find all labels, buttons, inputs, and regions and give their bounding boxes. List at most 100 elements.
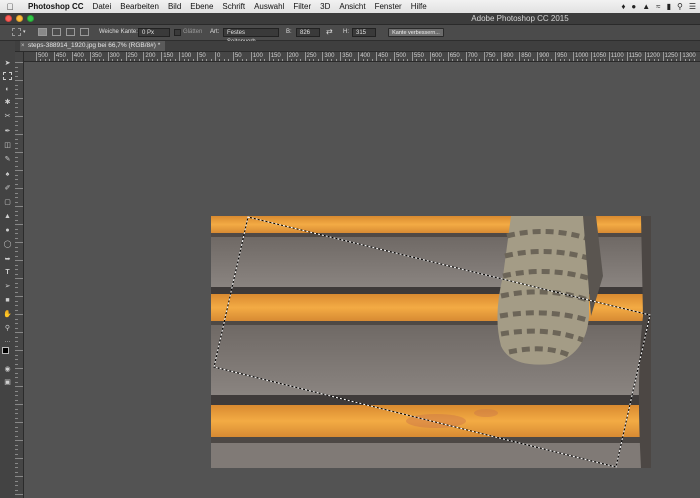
lasso-tool-icon[interactable]: ◐ — [3, 85, 12, 94]
hand-tool-icon[interactable]: ✋ — [3, 310, 12, 319]
ruler-tick — [15, 354, 18, 356]
clone-stamp-icon[interactable]: ♠ — [3, 170, 12, 179]
menu-filter[interactable]: Filter — [293, 2, 311, 11]
ruler-minor-tick — [201, 59, 203, 61]
ruler-tick — [15, 318, 18, 320]
ruler-minor-tick — [134, 59, 136, 61]
apple-icon[interactable]:  — [0, 2, 20, 12]
antialias-checkbox[interactable] — [174, 29, 181, 36]
path-selection-icon[interactable]: ➢ — [3, 282, 12, 291]
pen-tool-icon[interactable]: ➥ — [3, 255, 12, 264]
ruler-tick — [89, 52, 91, 61]
marquee-tool-icon[interactable] — [3, 72, 12, 80]
type-tool-icon[interactable]: T — [3, 268, 12, 277]
menu-3d[interactable]: 3D — [320, 2, 330, 11]
eraser-icon[interactable]: ▢ — [3, 198, 12, 207]
menu-schrift[interactable]: Schrift — [222, 2, 245, 11]
feather-input[interactable]: 0 Px — [138, 28, 170, 37]
close-tab-icon[interactable]: × — [21, 41, 25, 51]
foreground-color-swatch[interactable] — [2, 347, 9, 354]
ruler-tick — [15, 332, 23, 333]
menu-fenster[interactable]: Fenster — [375, 2, 402, 11]
ruler-tick — [15, 219, 18, 221]
ruler-tick — [53, 52, 55, 61]
menu-auswahl[interactable]: Auswahl — [254, 2, 284, 11]
ruler-tick — [15, 341, 18, 342]
ruler-tick — [519, 52, 521, 61]
blur-tool-icon[interactable]: ● — [3, 226, 12, 235]
ruler-tick — [15, 309, 18, 311]
brush-tool-icon[interactable]: ✎ — [3, 155, 12, 164]
marquee-tool-preset-icon[interactable] — [12, 28, 21, 36]
history-brush-icon[interactable]: ✐ — [3, 184, 12, 193]
close-window-button[interactable] — [5, 15, 12, 22]
dodge-tool-icon[interactable]: ◯ — [3, 240, 12, 249]
document-tab[interactable]: × steps-388914_1920.jpg bei 66,7% (RGB/8… — [20, 41, 166, 51]
ruler-minor-tick — [246, 59, 248, 61]
ruler-tick — [15, 161, 18, 162]
upload-icon[interactable]: ▲ — [642, 2, 650, 11]
menu-datei[interactable]: Datei — [93, 2, 112, 11]
more-tools-icon[interactable]: … — [3, 337, 12, 346]
user-icon[interactable]: ● — [631, 2, 636, 11]
ruler-minor-tick — [219, 59, 221, 61]
ruler-tick — [15, 192, 18, 194]
refine-edge-button[interactable]: Kante verbessern... — [388, 28, 444, 37]
width-input[interactable]: 826 — [296, 28, 320, 37]
ruler-tick — [15, 215, 18, 216]
menu-bearbeiten[interactable]: Bearbeiten — [120, 2, 159, 11]
ruler-minor-tick — [183, 59, 185, 61]
preset-dropdown-icon[interactable]: ▾ — [23, 27, 26, 38]
ruler-minor-tick — [308, 59, 310, 61]
ruler-minor-tick — [331, 59, 333, 61]
paint-bucket-icon[interactable]: ▲ — [3, 212, 12, 221]
ruler-tick — [15, 89, 18, 90]
swap-dimensions-icon[interactable]: ⇄ — [326, 26, 333, 37]
vertical-ruler[interactable] — [15, 52, 24, 498]
ruler-tick — [15, 71, 18, 72]
intersect-selection-icon[interactable] — [80, 28, 89, 36]
mac-menubar:  Photoshop CC Datei Bearbeiten Bild Ebe… — [0, 0, 700, 14]
screen-mode-icon[interactable]: ▣ — [3, 378, 12, 387]
healing-brush-icon[interactable]: ◫ — [3, 141, 12, 150]
style-select[interactable]: Festes Seitenverh. — [223, 28, 279, 45]
ruler-minor-tick — [586, 59, 588, 61]
search-icon[interactable]: ⚲ — [677, 2, 683, 11]
wifi-icon[interactable]: ≈ — [656, 2, 660, 11]
minimize-window-button[interactable] — [16, 15, 23, 22]
evernote-icon[interactable]: ♦ — [621, 2, 625, 11]
ruler-tick — [358, 52, 360, 61]
menu-app-name[interactable]: Photoshop CC — [28, 2, 84, 11]
ruler-tick — [15, 305, 18, 306]
canvas-area[interactable] — [24, 62, 700, 498]
ruler-tick — [15, 381, 18, 383]
zoom-tool-icon[interactable]: ⚲ — [3, 324, 12, 333]
height-input[interactable]: 315 — [352, 28, 376, 37]
list-icon[interactable]: ☰ — [689, 2, 696, 11]
zoom-window-button[interactable] — [27, 15, 34, 22]
menu-ansicht[interactable]: Ansicht — [339, 2, 365, 11]
move-tool-icon[interactable]: ➤ — [3, 59, 12, 68]
battery-icon[interactable]: ▮ — [667, 2, 671, 11]
ruler-minor-tick — [85, 59, 87, 61]
ruler-tick — [15, 246, 18, 248]
rectangle-tool-icon[interactable]: ■ — [3, 296, 12, 305]
subtract-selection-icon[interactable] — [66, 28, 75, 36]
ruler-tick — [429, 52, 431, 61]
eyedropper-icon[interactable]: ✒ — [3, 127, 12, 136]
menu-bild[interactable]: Bild — [168, 2, 181, 11]
ruler-tick — [15, 323, 18, 324]
ruler-minor-tick — [438, 59, 440, 61]
new-selection-icon[interactable] — [38, 28, 47, 36]
menu-ebene[interactable]: Ebene — [190, 2, 213, 11]
horizontal-ruler[interactable]: 500 450 400 350 300 250 200 150 100 50 0 50 100 150 20… — [24, 52, 700, 62]
magic-wand-icon[interactable]: ✱ — [3, 98, 12, 107]
add-selection-icon[interactable] — [52, 28, 61, 36]
crop-tool-icon[interactable]: ✂ — [3, 112, 12, 121]
document-image[interactable] — [211, 216, 651, 468]
quick-mask-icon[interactable]: ◉ — [3, 365, 12, 374]
ruler-minor-tick — [559, 59, 561, 61]
menu-hilfe[interactable]: Hilfe — [411, 2, 427, 11]
ruler-minor-tick — [407, 59, 409, 61]
ruler-minor-tick — [487, 59, 489, 61]
